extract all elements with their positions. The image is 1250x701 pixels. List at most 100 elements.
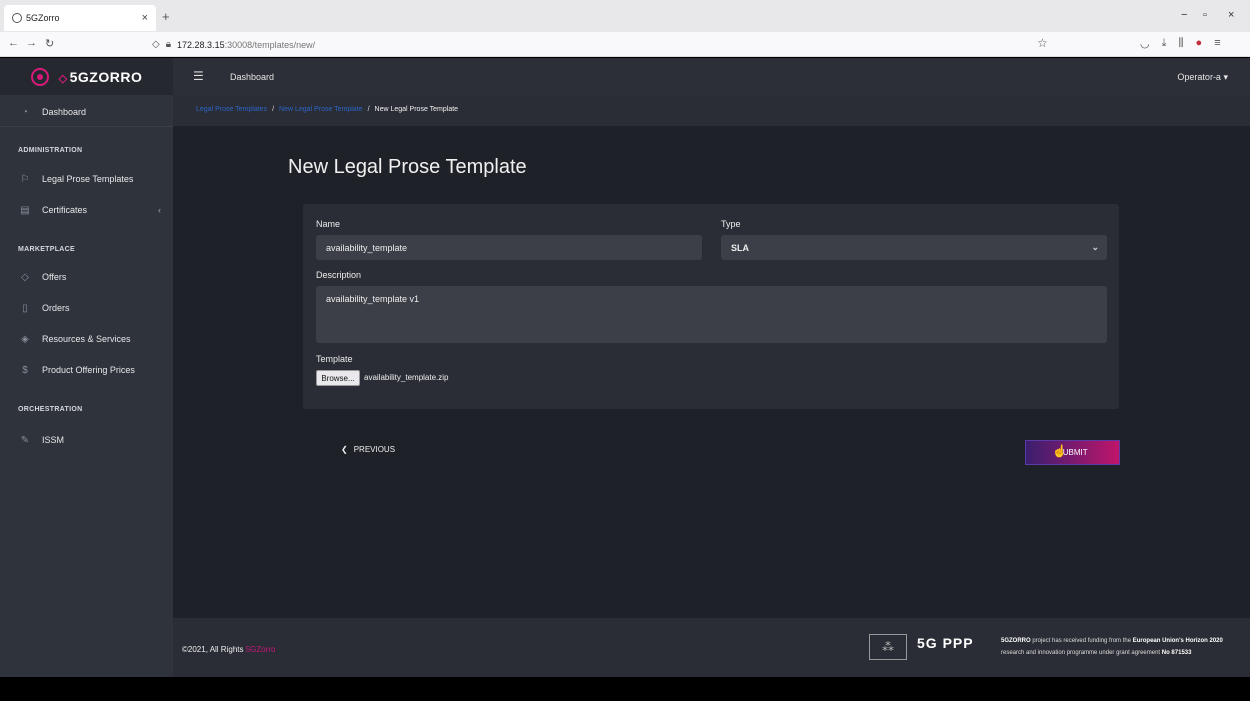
- template-label: Template: [316, 354, 353, 364]
- library-icon[interactable]: ⫼: [1178, 37, 1183, 50]
- tag-icon: ◇: [21, 271, 29, 283]
- browser-tab[interactable]: 5GZorro ×: [4, 5, 156, 31]
- flag-icon: ⚐: [20, 173, 30, 185]
- back-icon[interactable]: ←: [8, 37, 19, 49]
- main-content: New Legal Prose Template Name availabili…: [173, 126, 1250, 618]
- new-tab-button[interactable]: +: [162, 9, 170, 24]
- hamburger-icon[interactable]: ☰: [193, 69, 204, 83]
- sidebar-item-offers[interactable]: ◇ Offers: [0, 266, 173, 288]
- user-menu[interactable]: Operator-a ▾: [1177, 72, 1228, 83]
- shield-icon: ◇: [152, 39, 160, 50]
- previous-button[interactable]: ❮ PREVIOUS: [341, 445, 395, 454]
- pen-icon: ✎: [20, 434, 30, 446]
- name-input[interactable]: availability_template: [316, 235, 702, 260]
- dollar-icon: $: [22, 364, 28, 376]
- globe-icon: [12, 13, 22, 23]
- funding-programme: European Union's Horizon 2020: [1132, 638, 1223, 644]
- url-bar[interactable]: ◇ 🔒︎ 172.28.3.15 :30008/templates/new/: [152, 35, 1060, 54]
- sidebar-item-orders[interactable]: ▯ Orders: [0, 297, 173, 319]
- sidebar-item-label: Resources & Services: [42, 334, 131, 344]
- sidebar-item-issm[interactable]: ✎ ISSM: [0, 429, 173, 451]
- sidebar-item-label: Legal Prose Templates: [42, 174, 134, 184]
- sidebar-divider: [0, 126, 173, 127]
- diamond-icon: ◇: [58, 72, 68, 85]
- forward-icon[interactable]: →: [26, 37, 37, 49]
- top-title[interactable]: Dashboard: [230, 72, 274, 82]
- reload-icon[interactable]: ↻: [45, 37, 54, 50]
- certificate-icon: ▤: [20, 204, 30, 216]
- bookmark-star-icon[interactable]: ☆: [1037, 36, 1048, 50]
- chevron-left-icon: ❮: [341, 445, 348, 454]
- funding-notice: 5GZORRO project has received funding fro…: [1001, 635, 1244, 659]
- user-name: Operator-a: [1177, 72, 1221, 82]
- copyright: ©2021, All Rights 5GZorro: [182, 645, 276, 654]
- nav-bar: ← → ↻ ◇ 🔒︎ 172.28.3.15 :30008/templates/…: [0, 32, 1250, 57]
- chevron-down-icon: ⌄: [1091, 242, 1099, 252]
- logo-text: 5GZORRO: [69, 68, 143, 85]
- submit-button[interactable]: SUBMIT: [1025, 440, 1120, 465]
- bookmark-icon: ▯: [22, 302, 28, 314]
- sidebar-item-resources-services[interactable]: ◈ Resources & Services: [0, 328, 173, 350]
- name-label: Name: [316, 219, 341, 229]
- funding-text-2: research and innovation programme under …: [1001, 650, 1161, 656]
- sidebar-item-label: Product Offering Prices: [42, 365, 135, 375]
- breadcrumb-bar: Legal Prose Templates / New Legal Prose …: [173, 95, 1250, 126]
- close-window-icon[interactable]: ×: [1228, 9, 1234, 21]
- url-host: 172.28.3.15: [177, 39, 225, 50]
- menu-icon[interactable]: ≡: [1214, 37, 1220, 50]
- download-icon[interactable]: ⤓: [1162, 37, 1167, 50]
- sidebar-item-certificates[interactable]: ▤ Certificates ‹: [0, 199, 173, 221]
- section-orchestration: ORCHESTRATION: [18, 406, 83, 413]
- footer: ©2021, All Rights 5GZorro ⁂ 5G PPP 5GZOR…: [173, 618, 1250, 677]
- description-label: Description: [316, 270, 362, 280]
- copyright-text: ©2021, All Rights: [182, 645, 244, 654]
- extension-icon[interactable]: ●: [1196, 37, 1203, 50]
- breadcrumb-current: New Legal Prose Template: [374, 106, 459, 113]
- chevron-left-icon: ‹: [158, 205, 161, 215]
- breadcrumb-separator: /: [367, 106, 370, 113]
- logo[interactable]: ◇ 5GZORRO: [0, 58, 173, 95]
- app: ◇ 5GZORRO ◔ Dashboard ADMINISTRATION ⚐ Le…: [0, 58, 1250, 677]
- tab-strip: 5GZorro × + − ▫ ×: [0, 0, 1250, 32]
- type-selected-value: SLA: [731, 243, 749, 253]
- pocket-icon[interactable]: ◡: [1140, 37, 1150, 50]
- sidebar-item-label: Orders: [42, 303, 70, 313]
- browse-button[interactable]: Browse...: [316, 370, 360, 386]
- section-administration: ADMINISTRATION: [18, 147, 83, 154]
- breadcrumb: Legal Prose Templates / New Legal Prose …: [196, 106, 458, 113]
- url-path: :30008/templates/new/: [224, 39, 316, 50]
- maximize-icon[interactable]: ▫: [1203, 9, 1207, 21]
- type-label: Type: [721, 219, 741, 229]
- breadcrumb-legal-prose-templates[interactable]: Legal Prose Templates: [196, 106, 267, 113]
- sidebar-item-legal-prose-templates[interactable]: ⚐ Legal Prose Templates: [0, 168, 173, 190]
- sidebar-item-label: Dashboard: [42, 107, 87, 117]
- gauge-icon: ◔: [21, 106, 29, 118]
- top-bar: ☰ Dashboard Operator-a ▾: [173, 58, 1250, 95]
- lock-icon: 🔒︎: [165, 39, 172, 50]
- grant-number: No 871533: [1161, 650, 1192, 656]
- section-marketplace: MARKETPLACE: [18, 246, 75, 253]
- close-tab-icon[interactable]: ×: [142, 12, 148, 24]
- page-title: New Legal Prose Template: [288, 156, 527, 178]
- minimize-icon[interactable]: −: [1181, 9, 1187, 21]
- type-select[interactable]: SLA ⌄: [721, 235, 1107, 260]
- browser-window: 5GZorro × + − ▫ × ← → ↻ ◇ 🔒︎ 172.28.3.15…: [0, 0, 1250, 701]
- layers-icon: ◈: [21, 333, 29, 345]
- sidebar-item-dashboard[interactable]: ◔ Dashboard: [0, 101, 173, 123]
- sidebar-item-product-offering-prices[interactable]: $ Product Offering Prices: [0, 359, 173, 381]
- selected-file-name: availability_template.zip: [364, 373, 449, 382]
- 5gppp-logo: 5G PPP: [917, 635, 974, 651]
- footer-brand-link[interactable]: 5GZorro: [246, 645, 276, 654]
- breadcrumb-separator: /: [272, 106, 275, 113]
- tab-title: 5GZorro: [26, 13, 60, 23]
- breadcrumb-new-template[interactable]: New Legal Prose Template: [279, 106, 363, 113]
- sidebar-item-label: Offers: [42, 272, 67, 282]
- funding-text: project has received funding from the: [1032, 638, 1132, 644]
- description-textarea[interactable]: availability_template v1: [316, 286, 1107, 343]
- sidebar: ◇ 5GZORRO ◔ Dashboard ADMINISTRATION ⚐ Le…: [0, 58, 173, 677]
- form-card: Name availability_template Type SLA ⌄ De…: [303, 204, 1119, 409]
- hand-cursor-icon: ☝: [1052, 444, 1067, 458]
- previous-label: PREVIOUS: [353, 445, 396, 454]
- logo-mark-icon: [30, 67, 49, 86]
- sidebar-item-label: Certificates: [42, 205, 88, 215]
